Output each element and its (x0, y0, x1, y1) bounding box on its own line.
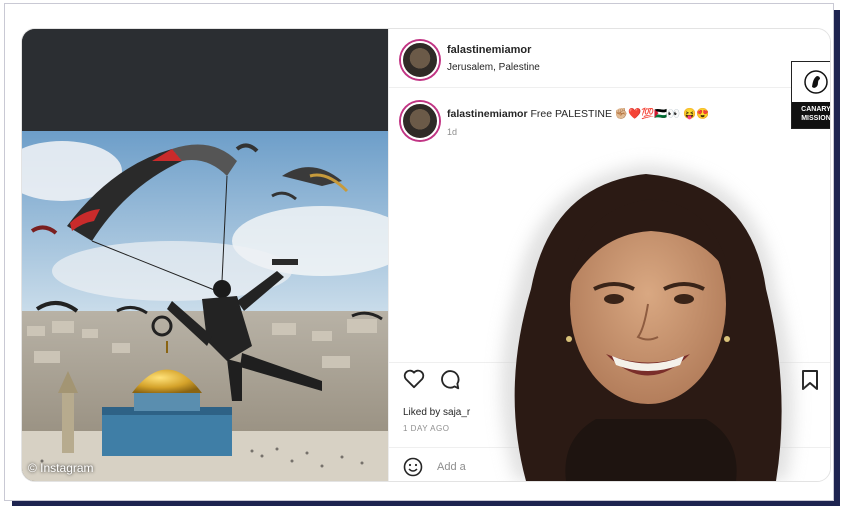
post-photo (22, 131, 388, 481)
add-comment-input[interactable]: Add a (437, 461, 466, 473)
canary-mission-logo: CANARY MISSION (791, 61, 831, 129)
caption-emojis: ✊🏼❤️💯🇵🇸👀 😝😍 (614, 108, 710, 120)
caption-text: Free PALESTINE (530, 108, 612, 120)
post-age: 1 DAY AGO (403, 424, 450, 433)
avatar[interactable] (401, 41, 439, 79)
comment-icon[interactable] (439, 369, 461, 391)
portrait-photo (501, 164, 794, 481)
liked-by[interactable]: Liked by saja_r (403, 407, 470, 418)
heart-icon[interactable] (403, 369, 425, 389)
header-location[interactable]: Jerusalem, Palestine (447, 62, 540, 73)
caption: falastinemiamor Free PALESTINE ✊🏼❤️💯🇵🇸👀 … (447, 107, 709, 120)
canary-mission-text: CANARY MISSION (792, 102, 831, 128)
caption-avatar[interactable] (401, 102, 439, 140)
logo-line2: MISSION (801, 115, 831, 122)
caption-time: 1d (447, 127, 458, 137)
canary-bird-icon (804, 70, 828, 94)
post-image[interactable]: © Instagram (22, 29, 388, 481)
instagram-post-card: © Instagram falastinemiamor Jerusalem, P… (21, 28, 831, 482)
header-divider (389, 87, 830, 88)
logo-line1: CANARY (801, 106, 831, 113)
caption-username[interactable]: falastinemiamor (447, 108, 528, 120)
image-top-bar (22, 29, 388, 131)
header-username[interactable]: falastinemiamor (447, 44, 531, 56)
emoji-icon[interactable] (403, 457, 423, 477)
instagram-watermark: © Instagram (28, 461, 94, 475)
